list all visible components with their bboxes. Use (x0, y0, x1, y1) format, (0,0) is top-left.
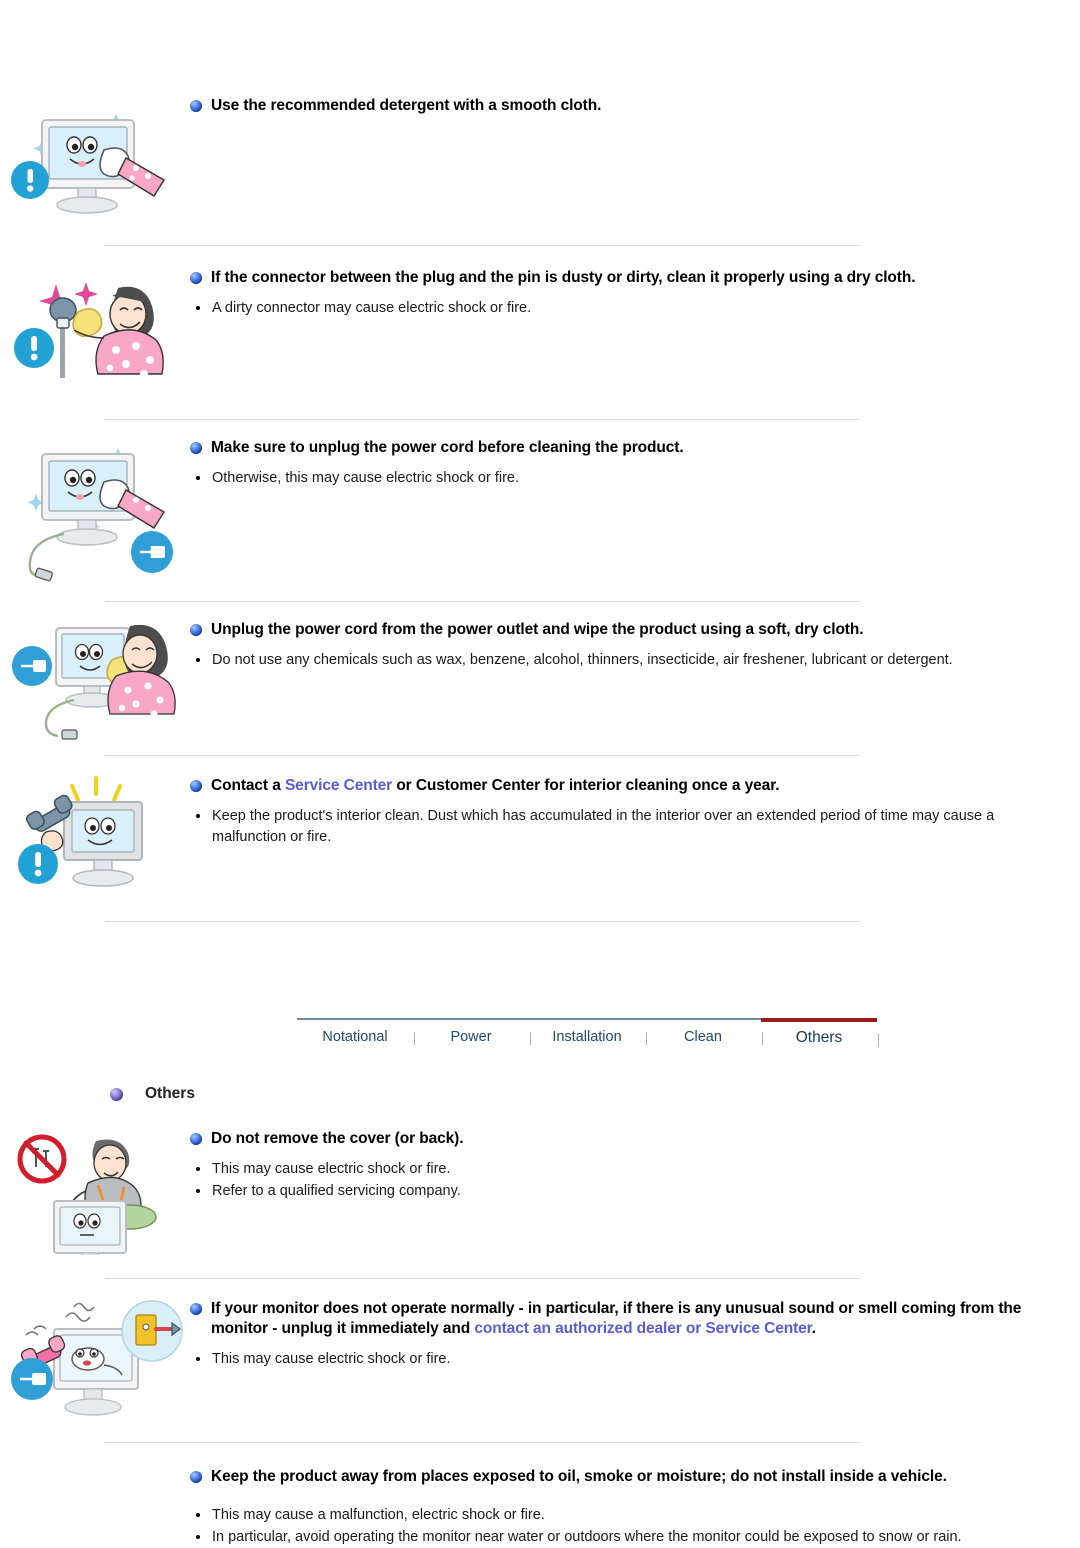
no-disassembly-man-illustration (17, 1134, 157, 1262)
blue-bullet-icon (190, 780, 202, 792)
blue-bullet-icon (190, 100, 202, 112)
text-column-do-not-remove-cover: Do not remove the cover (or back). This … (190, 1125, 1080, 1202)
list-item: Refer to a qualified servicing company. (190, 1181, 1064, 1202)
tab-clean[interactable]: Clean (645, 1018, 763, 1055)
section-heading: If the connector between the plug and th… (190, 268, 1064, 288)
section-bullet-list: Otherwise, this may cause electric shock… (190, 468, 1064, 489)
blue-bullet-icon (190, 272, 202, 284)
heading-part-plain: or Customer Center for interior cleaning… (392, 777, 780, 794)
woman-cleaning-plug-illustration (14, 282, 164, 378)
blue-bullet-icon (190, 1133, 202, 1145)
illustration-monitor-cleaning-cloth (0, 92, 190, 227)
text-column-unplug-before-clean: Make sure to unplug the power cord befor… (190, 434, 1080, 490)
illustration-woman-cleaning-plug (0, 264, 190, 397)
illustration-monitor-smoke-phone (0, 1295, 190, 1424)
section-heading: Use the recommended detergent with a smo… (190, 96, 1064, 116)
list-item: This may cause electric shock or fire. (190, 1349, 1064, 1370)
text-column-abnormal-operation: If your monitor does not operate normall… (190, 1295, 1080, 1371)
blue-bullet-icon (190, 1471, 202, 1483)
tab-power[interactable]: Power (413, 1018, 531, 1055)
category-tabbar[interactable]: Notational Power Installation Clean Othe… (297, 1018, 879, 1055)
woman-wiping-monitor-illustration (12, 624, 176, 740)
text-column-detergent: Use the recommended detergent with a smo… (190, 92, 1080, 116)
section-heading-text: Make sure to unplug the power cord befor… (211, 439, 684, 456)
tab-label: Power (450, 1029, 492, 1045)
illustration-no-disassembly-man (0, 1125, 190, 1262)
list-item: This may cause electric shock or fire. (190, 1159, 1064, 1180)
section-heading: Contact a Service Center or Customer Cen… (190, 776, 1064, 796)
section-bullet-list: This may cause electric shock or fire. R… (190, 1159, 1064, 1201)
section-heading-text: If the connector between the plug and th… (211, 269, 916, 286)
section-bullet-list: Do not use any chemicals such as wax, be… (190, 650, 1064, 671)
authorized-dealer-link[interactable]: contact an authorized dealer or Service … (474, 1320, 811, 1337)
list-item: In particular, avoid operating the monit… (190, 1527, 1064, 1548)
monitor-phone-call-illustration (18, 776, 143, 887)
list-item: This may cause a malfunction, electric s… (190, 1505, 1064, 1526)
blue-bullet-icon (190, 1303, 202, 1315)
illustration-monitor-unplugged-cleaning (0, 434, 190, 591)
section-bullet-list: Keep the product's interior clean. Dust … (190, 806, 1064, 847)
section-detergent: Use the recommended detergent with a smo… (0, 0, 1080, 227)
list-item: A dirty connector may cause electric sho… (190, 298, 1064, 319)
text-column-wipe-soft-dry: Unplug the power cord from the power out… (190, 616, 1080, 672)
section-connector: If the connector between the plug and th… (0, 246, 1080, 397)
section-service-center: Contact a Service Center or Customer Cen… (0, 756, 1080, 903)
heading-part-plain: . (811, 1320, 816, 1337)
section-abnormal-operation: If your monitor does not operate normall… (0, 1279, 1080, 1424)
section-heading: Do not remove the cover (or back). (190, 1129, 1064, 1149)
tab-label: Installation (552, 1029, 622, 1045)
tab-notational[interactable]: Notational (297, 1018, 415, 1055)
service-center-link[interactable]: Service Center (285, 777, 392, 794)
section-heading-text: Unplug the power cord from the power out… (211, 621, 864, 638)
section-heading-text: Keep the product away from places expose… (211, 1468, 947, 1485)
section-heading: Unplug the power cord from the power out… (190, 620, 1064, 640)
tab-label: Notational (322, 1029, 388, 1045)
section-heading-text: If your monitor does not operate normall… (211, 1299, 1064, 1339)
tab-separator (878, 1034, 879, 1047)
section-keep-away-oil-smoke: Keep the product away from places expose… (0, 1443, 1080, 1548)
blue-bullet-icon (190, 624, 202, 636)
section-heading: If your monitor does not operate normall… (190, 1299, 1064, 1339)
section-heading-text: Use the recommended detergent with a smo… (211, 97, 602, 114)
purple-bullet-icon (110, 1087, 123, 1101)
section-wipe-soft-dry: Unplug the power cord from the power out… (0, 602, 1080, 747)
section-bullet-list: A dirty connector may cause electric sho… (190, 298, 1064, 319)
illustration-monitor-phone-call (0, 772, 190, 903)
section-heading-text: Contact a Service Center or Customer Cen… (211, 776, 1064, 796)
tab-installation[interactable]: Installation (529, 1018, 647, 1055)
tab-others[interactable]: Others (761, 1018, 879, 1055)
tab-label: Clean (684, 1029, 722, 1045)
text-column-keep-away-oil-smoke: Keep the product away from places expose… (190, 1463, 1080, 1548)
text-column-connector: If the connector between the plug and th… (190, 264, 1080, 320)
list-item: Otherwise, this may cause electric shock… (190, 468, 1064, 489)
section-bullet-list: This may cause electric shock or fire. (190, 1349, 1064, 1370)
tab-label: Others (795, 1029, 843, 1046)
section-bullet-list: This may cause a malfunction, electric s… (190, 1505, 1064, 1547)
illustration-woman-wiping-monitor (0, 616, 190, 747)
monitor-cleaning-cloth-illustration (11, 114, 165, 214)
monitor-smoke-phone-illustration (11, 1300, 183, 1416)
text-column-service-center: Contact a Service Center or Customer Cen… (190, 772, 1080, 848)
others-section-title: Others (110, 1085, 1080, 1103)
vertical-spacer (0, 922, 1080, 1018)
heading-part-plain: Contact a (211, 777, 285, 794)
monitor-unplugged-cleaning-illustration (27, 448, 173, 582)
list-item: Keep the product's interior clean. Dust … (190, 806, 1064, 847)
section-heading-text: Do not remove the cover (or back). (211, 1130, 464, 1147)
list-item: Do not use any chemicals such as wax, be… (190, 650, 1064, 671)
section-unplug-before-clean: Make sure to unplug the power cord befor… (0, 420, 1080, 591)
blue-bullet-icon (190, 442, 202, 454)
section-heading: Keep the product away from places expose… (190, 1467, 1064, 1487)
section-heading: Make sure to unplug the power cord befor… (190, 438, 1064, 458)
others-title-text: Others (145, 1085, 195, 1102)
safety-instructions-page: Use the recommended detergent with a smo… (0, 0, 1080, 1545)
section-do-not-remove-cover: Do not remove the cover (or back). This … (0, 1103, 1080, 1262)
